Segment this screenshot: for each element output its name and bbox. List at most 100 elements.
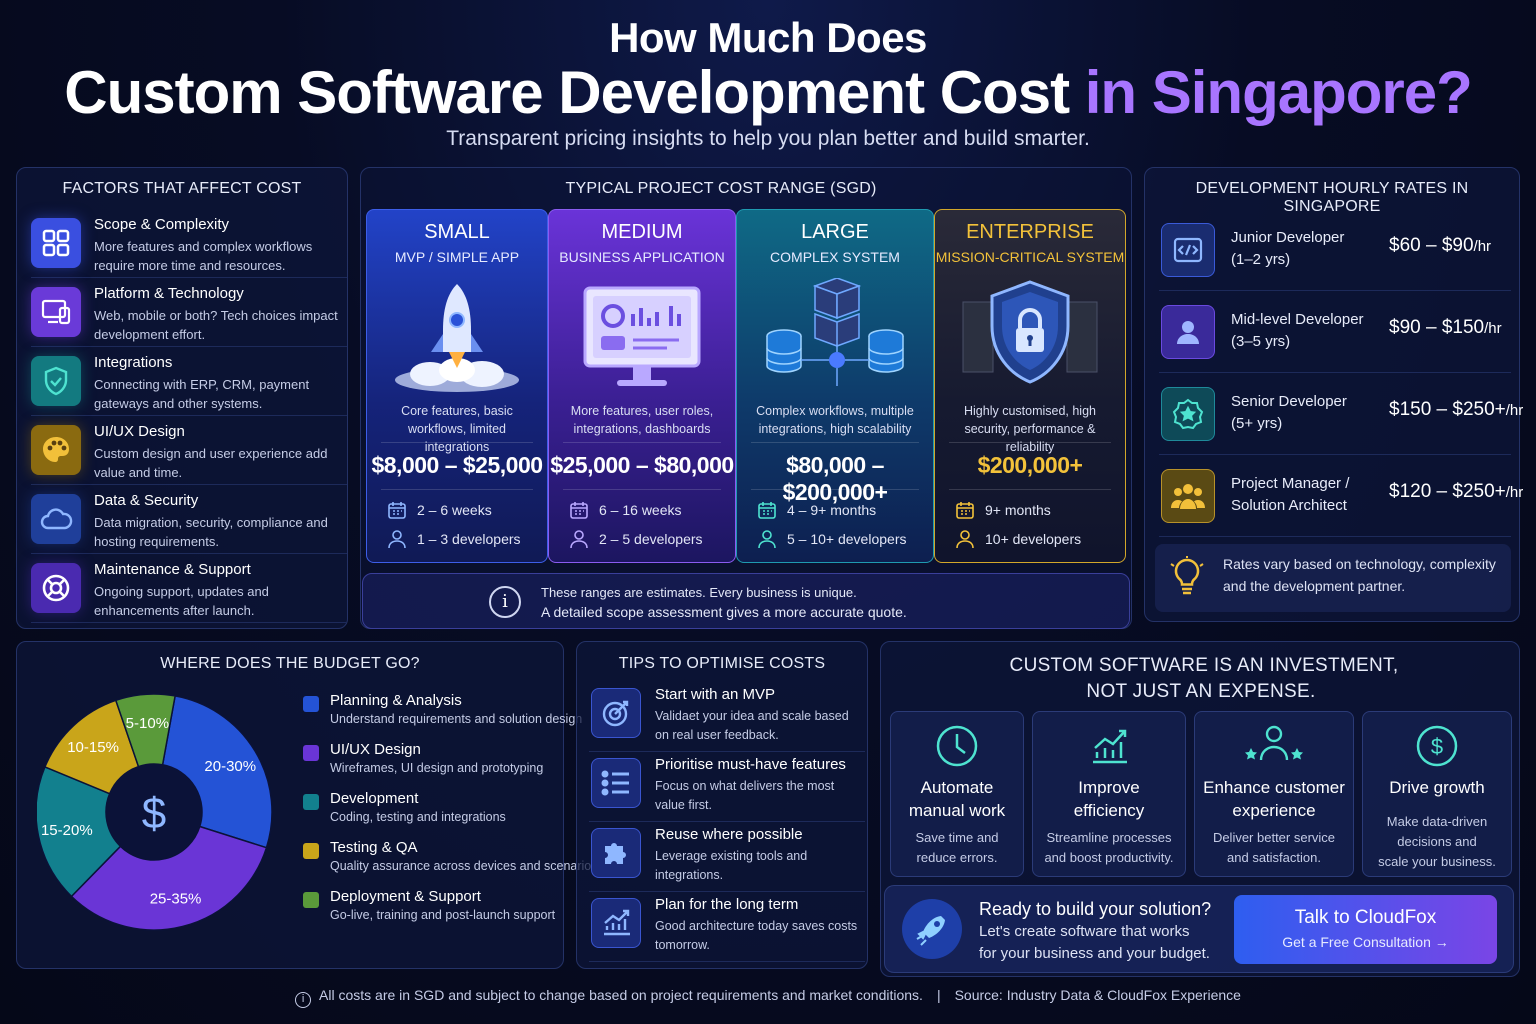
tier-subtitle: MVP / SIMPLE APP (394, 249, 520, 265)
customer-stars-icon (1239, 722, 1309, 770)
tier-subtitle: COMPLEX SYSTEM (770, 249, 900, 265)
factor-desc: Connecting with ERP, CRM, payment gatewa… (94, 377, 310, 411)
factor-title: Maintenance & Support (94, 561, 251, 578)
legend-swatch (303, 745, 319, 761)
subtitle: Transparent pricing insights to help you… (446, 127, 1090, 150)
grid-icon (31, 218, 81, 268)
rate-role: Junior Developer (1–2 yrs) (1231, 229, 1345, 268)
tier-name: ENTERPRISE (966, 221, 1094, 243)
calendar-icon (758, 502, 776, 519)
dashboard-monitor-icon (567, 278, 717, 396)
estimate-note-line2: A detailed scope assessment gives a more… (541, 604, 907, 620)
legend-desc: Understand requirements and solution des… (330, 712, 583, 726)
team-text: 5 – 10+ developers (787, 531, 907, 547)
rate-value: $90 – $150/hr (1389, 317, 1502, 338)
tier-name: MEDIUM (601, 221, 683, 243)
benefit-title: Enhance customer experience (1203, 778, 1345, 820)
footer: i All costs are in SGD and subject to cha… (0, 987, 1536, 1008)
tip-title: Prioritise must-have features (655, 756, 846, 773)
devices-icon (31, 287, 81, 337)
duration-text: 4 – 9+ months (787, 502, 877, 518)
duration-text: 6 – 16 weeks (599, 502, 682, 518)
cost-range-title: TYPICAL PROJECT COST RANGE (SGD) (565, 180, 877, 197)
factor-item: Data & Security Data migration, security,… (31, 488, 347, 554)
person-icon (570, 530, 588, 549)
tier-price: $8,000 – $25,000 (371, 452, 543, 478)
footer-note: All costs are in SGD and subject to chan… (319, 987, 923, 1003)
tier-team: 1 – 3 developers (387, 529, 521, 549)
rate-item: Project Manager / Solution Architect $120 … (1159, 457, 1523, 537)
factor-title: Data & Security (94, 492, 199, 509)
benefit-card: Automate manual work Save time and reduce e… (890, 711, 1024, 877)
tip-desc: Validaet your idea and scale based on re… (655, 709, 849, 742)
benefit-title: Drive growth (1389, 778, 1485, 797)
rate-item: Senior Developer (5+ yrs) $150 – $250+/hr (1159, 375, 1523, 455)
factor-title: Integrations (94, 354, 173, 371)
security-lock-icon (955, 278, 1105, 396)
legend-swatch (303, 696, 319, 712)
tier-name: LARGE (801, 221, 869, 243)
rocket-icon (382, 278, 532, 396)
tier-price: $200,000+ (977, 452, 1083, 478)
calendar-icon (570, 502, 588, 519)
growth-chart-icon (1085, 722, 1133, 770)
tier-duration: 2 – 6 weeks (387, 500, 492, 520)
legend-swatch (303, 843, 319, 859)
tips-title: TIPS TO OPTIMISE COSTS (618, 655, 826, 672)
budget-donut-chart: 20-30% 25-35% 15-20% 10-15% 5-10% $ (37, 693, 273, 931)
tip-item: Plan for the long term Good architecture … (589, 892, 865, 962)
button-title: Talk to CloudFox (1294, 907, 1437, 928)
tip-title: Reuse where possible (655, 826, 803, 843)
footer-divider: | (936, 987, 941, 1003)
calendar-icon (388, 502, 406, 519)
target-icon (591, 688, 641, 738)
tier-duration: 4 – 9+ months (757, 500, 876, 520)
rate-role: Project Manager / Solution Architect (1231, 475, 1350, 514)
lightbulb-icon (1170, 556, 1204, 595)
rate-role: Senior Developer (5+ yrs) (1231, 393, 1347, 432)
factor-desc: Web, mobile or both? Tech choices impact… (94, 308, 338, 342)
tier-price: $25,000 – $80,000 (550, 452, 734, 478)
button-subtitle: Get a Free Consultation → (1282, 934, 1449, 950)
team-icon (1161, 469, 1215, 523)
person-icon (956, 530, 974, 549)
tier-desc: Complex workflows, multiple integrations… (756, 404, 914, 436)
tier-card-large: LARGE COMPLEX SYSTEM Complex workflows, mu… (736, 209, 934, 563)
tips-panel: TIPS TO OPTIMISE COSTS Start with an MVP… (576, 641, 868, 969)
estimate-note: i These ranges are estimates. Every busi… (362, 573, 1130, 629)
factor-item: Scope & Complexity More features and comp… (31, 212, 347, 278)
legend-title: Testing & QA (330, 839, 418, 856)
legend-title: Development (330, 790, 419, 807)
legend-desc: Quality assurance across devices and sce… (330, 859, 598, 873)
legend-swatch (303, 892, 319, 908)
title-line-2: Custom Software Development Cost in Sing… (64, 59, 1473, 126)
footer-info-icon: i (295, 992, 312, 1008)
factors-title: FACTORS THAT AFFECT COST (62, 180, 302, 197)
factor-desc: Data migration, security, compliance and… (94, 515, 328, 549)
rate-item: Mid-level Developer (3–5 yrs) $90 – $150/h… (1159, 293, 1511, 373)
chart-up-icon (591, 898, 641, 948)
factor-title: Platform & Technology (94, 285, 244, 302)
investment-title-2: NOT JUST AN EXPENSE. (1086, 681, 1316, 702)
tier-desc: More features, user roles, integrations,… (570, 404, 714, 436)
tip-desc: Focus on what delivers the most value fi… (655, 779, 835, 812)
code-icon (1161, 223, 1215, 277)
legend-title: Planning & Analysis (330, 692, 462, 709)
tier-team: 5 – 10+ developers (757, 529, 906, 549)
benefit-title: Automate manual work (908, 778, 1006, 820)
tier-subtitle: MISSION-CRITICAL SYSTEM (935, 249, 1125, 265)
tip-desc: Good architecture today saves costs tomo… (655, 919, 858, 952)
tier-team: 2 – 5 developers (569, 529, 703, 549)
talk-to-cloudfox-button[interactable]: Talk to CloudFox Get a Free Consultation… (1234, 895, 1497, 964)
tier-subtitle: BUSINESS APPLICATION (559, 249, 725, 265)
factor-desc: Ongoing support, updates and enhancement… (94, 584, 269, 618)
puzzle-icon (591, 828, 641, 878)
rate-value: $150 – $250+/hr (1389, 399, 1524, 420)
lifebuoy-icon (31, 563, 81, 613)
rate-item: Junior Developer (1–2 yrs) $60 – $90/hr (1159, 211, 1511, 291)
person-icon (758, 530, 776, 549)
factor-desc: More features and complex workflows requ… (94, 239, 313, 273)
rate-role: Mid-level Developer (3–5 yrs) (1231, 311, 1364, 350)
tip-title: Start with an MVP (655, 686, 776, 703)
user-icon (1161, 305, 1215, 359)
